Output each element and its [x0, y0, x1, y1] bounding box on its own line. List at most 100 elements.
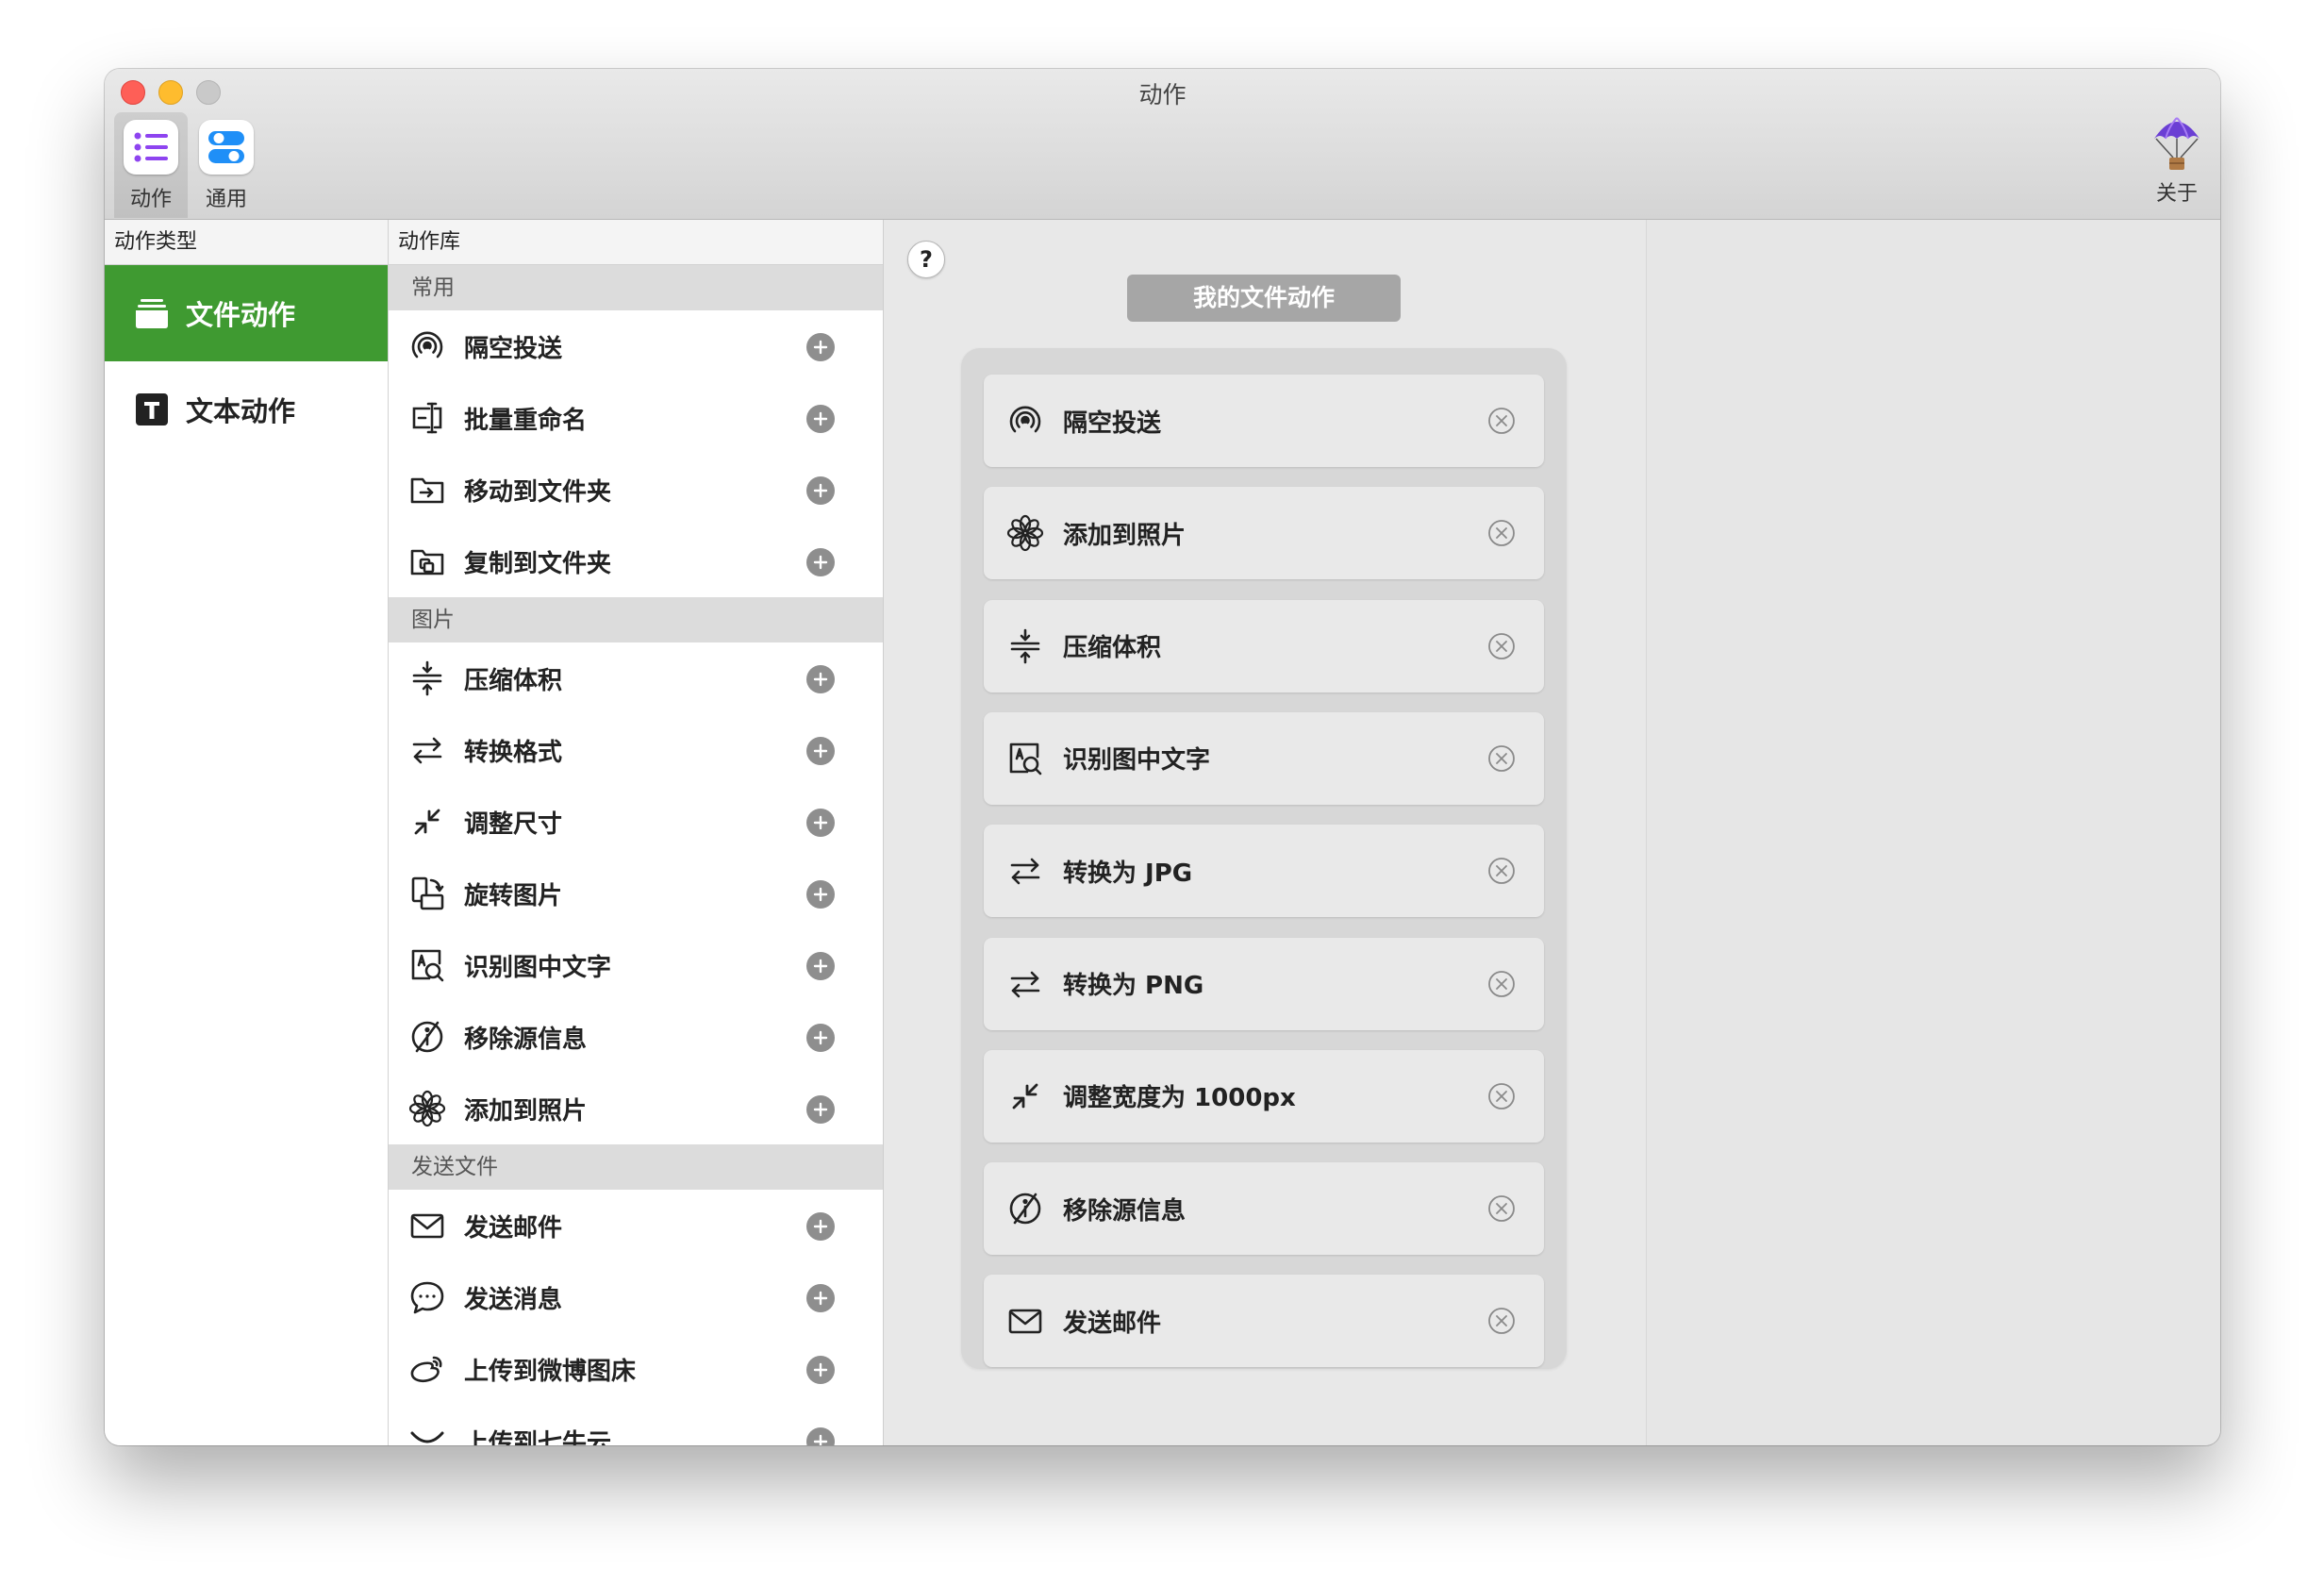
parachute-icon	[2152, 116, 2201, 173]
text-scan-icon	[407, 945, 447, 985]
action-library-header: 动作库	[389, 220, 883, 265]
my-action-item[interactable]: 识别图中文字	[984, 711, 1544, 805]
remove-action-button[interactable]	[1487, 1082, 1516, 1110]
library-item[interactable]: 发送消息	[389, 1261, 883, 1333]
my-action-item[interactable]: 压缩体积	[984, 599, 1544, 692]
type-item-text-actions[interactable]: 文本动作	[105, 361, 388, 458]
add-action-button[interactable]	[806, 952, 835, 980]
my-actions-list: 隔空投送添加到照片压缩体积识别图中文字转换为 JPG 转换为 PNG 调整宽度为 1…	[961, 348, 1567, 1369]
add-action-button[interactable]	[806, 333, 835, 361]
library-item[interactable]: 移除源信息	[389, 1001, 883, 1073]
remove-action-button[interactable]	[1487, 1194, 1516, 1223]
add-action-button[interactable]	[806, 737, 835, 765]
add-action-button[interactable]	[806, 1212, 835, 1241]
library-item-label: 压缩体积	[464, 666, 563, 695]
detail-pane	[1647, 220, 2220, 1445]
add-action-button[interactable]	[806, 405, 835, 433]
library-item-label: 发送邮件	[464, 1213, 563, 1243]
plus-icon	[812, 554, 829, 571]
add-action-button[interactable]	[806, 809, 835, 837]
add-action-button[interactable]	[806, 1356, 835, 1384]
toolbar-tab-label: 动作	[129, 188, 172, 211]
library-item-label: 上传到七牛云	[464, 1428, 612, 1446]
remove-action-button[interactable]	[1487, 519, 1516, 547]
library-item[interactable]: 添加到照片	[389, 1073, 883, 1144]
library-item[interactable]: 压缩体积	[389, 642, 883, 714]
my-action-item[interactable]: 转换为 JPG	[984, 825, 1544, 918]
list-icon	[124, 120, 178, 175]
plus-icon	[812, 339, 829, 356]
my-action-label: 转换为 JPG	[1063, 859, 1193, 888]
help-button[interactable]: ?	[907, 241, 945, 278]
library-item[interactable]: 隔空投送	[389, 310, 883, 382]
my-actions-area: ? 我的文件动作 隔空投送 添加到照片 压缩体积 识别图中文字 转换为 JPG 转换为 P…	[884, 220, 1647, 1445]
my-action-label: 隔空投送	[1063, 409, 1162, 438]
mail-icon	[407, 1206, 447, 1245]
library-item-label: 隔空投送	[464, 334, 563, 363]
remove-action-button[interactable]	[1487, 407, 1516, 435]
library-item-label: 批量重命名	[464, 406, 588, 435]
folder-copy-icon	[407, 542, 447, 581]
my-action-item[interactable]: 移除源信息	[984, 1162, 1544, 1256]
remove-action-button[interactable]	[1487, 744, 1516, 773]
type-item-file-actions[interactable]: 文件动作	[105, 265, 388, 361]
library-item[interactable]: 移动到文件夹	[389, 454, 883, 526]
library-item[interactable]: 转换格式	[389, 714, 883, 786]
my-action-item[interactable]: 添加到照片	[984, 487, 1544, 580]
library-item-label: 转换格式	[464, 738, 563, 767]
mail-icon	[1004, 1300, 1046, 1342]
plus-icon	[812, 1433, 829, 1445]
remove-action-button[interactable]	[1487, 970, 1516, 998]
remove-action-button[interactable]	[1487, 1307, 1516, 1335]
plus-icon	[812, 1218, 829, 1235]
swap-arrows-icon	[1004, 963, 1046, 1005]
library-item-label: 移除源信息	[464, 1025, 588, 1054]
add-action-button[interactable]	[806, 1284, 835, 1312]
add-action-button[interactable]	[806, 476, 835, 505]
library-item[interactable]: 识别图中文字	[389, 929, 883, 1001]
plus-icon	[812, 1029, 829, 1046]
text-scan-icon	[1004, 738, 1046, 779]
my-action-item[interactable]: 转换为 PNG	[984, 937, 1544, 1030]
compress-icon	[1004, 626, 1046, 667]
tray-icon	[135, 296, 169, 330]
plus-icon	[812, 1101, 829, 1118]
add-action-button[interactable]	[806, 548, 835, 576]
action-library: 动作库 常用 隔空投送 批量重命名 移动到文件夹 复制到文件夹 图片 压缩体积 转换格式…	[389, 220, 884, 1445]
remove-action-button[interactable]	[1487, 857, 1516, 885]
my-action-item[interactable]: 发送邮件	[984, 1275, 1544, 1368]
add-action-button[interactable]	[806, 1024, 835, 1052]
library-item[interactable]: 调整尺寸	[389, 786, 883, 858]
my-action-label: 压缩体积	[1063, 634, 1162, 663]
my-action-item[interactable]: 隔空投送	[984, 375, 1544, 467]
type-item-label: 文件动作	[186, 299, 296, 331]
plus-icon	[812, 814, 829, 831]
my-action-label: 转换为 PNG	[1063, 972, 1204, 1000]
message-icon	[407, 1277, 447, 1317]
my-action-label: 移除源信息	[1063, 1196, 1187, 1226]
about-button[interactable]: 关于	[2143, 112, 2211, 218]
remove-action-button[interactable]	[1487, 632, 1516, 660]
add-action-button[interactable]	[806, 1427, 835, 1445]
plus-icon	[812, 671, 829, 688]
library-section-common: 常用	[389, 265, 883, 310]
library-item[interactable]: 旋转图片	[389, 858, 883, 929]
library-item[interactable]: 上传到微博图床	[389, 1333, 883, 1405]
plus-icon	[812, 742, 829, 759]
weibo-icon	[407, 1349, 447, 1389]
plus-icon	[812, 482, 829, 499]
close-circle-icon	[1487, 407, 1516, 435]
library-item[interactable]: 复制到文件夹	[389, 526, 883, 597]
cloud-upload-icon	[407, 1421, 447, 1445]
library-item[interactable]: 上传到七牛云	[389, 1405, 883, 1445]
add-action-button[interactable]	[806, 1095, 835, 1124]
add-action-button[interactable]	[806, 880, 835, 909]
toolbar-tab-general[interactable]: 通用	[190, 112, 263, 218]
my-action-item[interactable]: 调整宽度为 1000px	[984, 1049, 1544, 1143]
library-item[interactable]: 发送邮件	[389, 1190, 883, 1261]
folder-move-icon	[407, 470, 447, 509]
toolbar-tab-actions[interactable]: 动作	[114, 112, 188, 218]
add-action-button[interactable]	[806, 665, 835, 693]
library-item[interactable]: 批量重命名	[389, 382, 883, 454]
close-circle-icon	[1487, 519, 1516, 547]
